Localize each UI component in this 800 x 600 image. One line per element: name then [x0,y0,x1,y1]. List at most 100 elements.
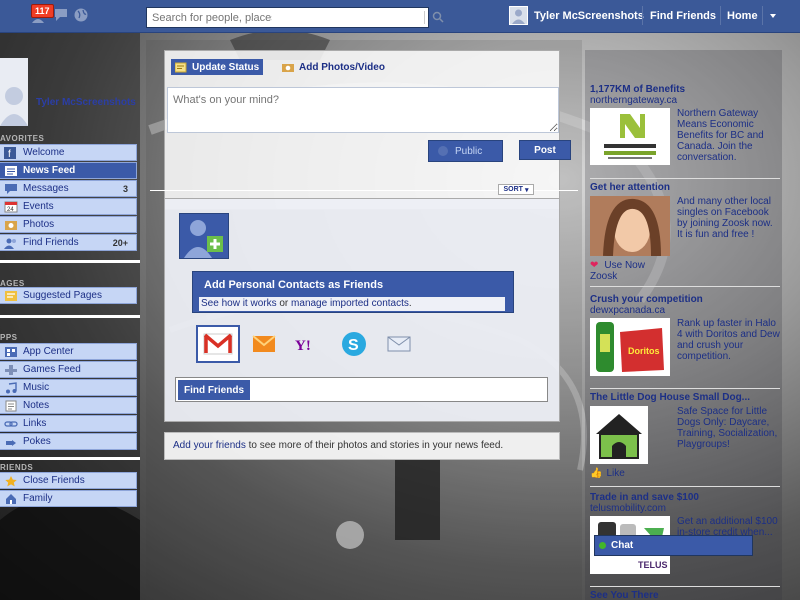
person-plus-glyph [184,220,223,258]
ad-title[interactable]: Get her attention [590,182,780,193]
find-friends-link[interactable]: Find Friends [650,10,716,22]
search-box[interactable] [146,7,444,28]
provider-yahoo[interactable]: Y! [293,327,327,361]
section-divider [0,260,140,263]
sidebar-item-links[interactable]: Links [0,415,137,432]
profile-name-link[interactable]: Tyler McScreenshots [534,10,644,22]
messages-jewel-icon[interactable] [53,6,71,24]
online-status-icon [599,542,606,549]
tab-update-status[interactable]: Update Status [171,59,264,75]
ad-domain[interactable]: dewxpcanada.ca [590,305,780,316]
svg-text:Doritos: Doritos [628,346,660,356]
ad-domain[interactable]: northerngateway.ca [590,95,780,106]
sidebar-item-welcome[interactable]: f Welcome [0,144,137,161]
tab-label: Add Photos/Video [299,61,385,73]
ad-little-dog-house[interactable]: The Little Dog House Small Dog... Safe S… [590,392,780,487]
ad-title[interactable]: Crush your competition [590,294,780,305]
ad-image[interactable] [590,196,670,256]
ad-domain[interactable]: telusmobility.com [590,503,780,514]
sidebar-item-family[interactable]: Family [0,490,137,507]
profile-link[interactable]: Tyler McScreenshots [509,6,644,25]
account-menu-caret-icon[interactable] [765,8,781,24]
family-icon [6,493,16,504]
sidebar-item-events[interactable]: 24 Events [0,198,137,215]
find-friends-bar: Find Friends [175,377,548,402]
audience-selector-button[interactable]: Public [428,140,503,162]
favorites-section-label: AVORITES [0,134,45,143]
globe-icon [438,146,448,156]
provider-hotmail[interactable] [247,327,281,361]
svg-text:f: f [8,149,11,159]
tab-add-photos-video[interactable]: Add Photos/Video [282,59,385,75]
manage-imported-contacts-link[interactable]: manage imported contacts [291,298,409,309]
sidebar-item-pokes[interactable]: Pokes [0,433,137,450]
chat-bar[interactable]: Chat [594,535,753,556]
profile-picture[interactable] [0,58,28,126]
ad-dew-doritos[interactable]: Crush your competition dewxpcanada.ca Do… [590,294,780,384]
sidebar-item-games-feed[interactable]: Games Feed [0,361,137,378]
tab-label: Update Status [192,61,260,73]
email-icon [387,336,411,352]
yahoo-icon: Y! [295,338,311,354]
sidebar-profile-name[interactable]: Tyler McScreenshots [36,97,136,108]
ad-divider [590,286,780,287]
ad-title[interactable]: The Little Dog House Small Dog... [590,392,780,403]
sidebar-item-label: Events [23,201,54,212]
ad-title[interactable]: See You There [590,590,780,600]
ad-title[interactable]: 1,177KM of Benefits [590,84,780,95]
find-friends-button[interactable]: Find Friends [178,380,250,400]
sidebar-item-music[interactable]: Music [0,379,137,396]
ad-image[interactable] [590,108,670,165]
sidebar-item-find-friends[interactable]: Find Friends 20+ [0,234,137,251]
chat-label: Chat [611,540,634,551]
sidebar-item-label: Messages [23,183,69,194]
provider-email[interactable] [382,327,416,361]
provider-skype[interactable]: S [337,327,371,361]
notifications-globe-icon[interactable] [72,6,90,24]
sidebar-item-news-feed[interactable]: News Feed [0,162,137,179]
see-how-it-works-link[interactable]: See how it works [201,298,277,309]
status-input[interactable] [167,87,559,133]
add-friends-note: Add your friends to see more of their ph… [164,432,560,460]
ad-brand[interactable]: Zoosk [590,271,617,282]
nav-separator [720,6,721,25]
notification-count-badge[interactable]: 117 [31,4,54,18]
sidebar-item-label: News Feed [23,165,76,176]
find-friends-panel: Add Personal Contacts as Friends See how… [164,198,560,422]
search-input[interactable] [147,8,272,27]
ad-action[interactable]: ❤ Use Now [590,260,645,271]
sidebar-item-close-friends[interactable]: Close Friends [0,472,137,489]
svg-text:S: S [348,337,359,354]
sidebar-item-photos[interactable]: Photos [0,216,137,233]
sidebar-item-messages[interactable]: Messages 3 [0,180,137,197]
provider-gmail[interactable] [196,325,240,363]
ad-image[interactable] [590,406,648,464]
woman-photo-image [590,196,670,256]
svg-text:24: 24 [7,207,14,213]
home-link[interactable]: Home [727,10,758,22]
ad-like-action[interactable]: 👍 Like [590,468,625,479]
post-button[interactable]: Post [519,140,571,160]
ad-body: Rank up faster in Halo 4 with Doritos an… [677,318,780,362]
pokes-icon [6,439,16,446]
ad-zoosk[interactable]: Get her attention And many other local s… [590,182,780,282]
heart-icon: ❤ [590,260,599,271]
search-icon[interactable] [432,11,444,23]
sidebar-item-app-center[interactable]: App Center [0,343,137,360]
find-friends-count: 20+ [112,237,128,248]
ad-northern-gateway[interactable]: 1,177KM of Benefits northerngateway.ca N… [590,84,780,174]
sort-button[interactable]: SORT ▾ [498,184,534,195]
games-feed-icon [5,364,17,375]
dew-doritos-image: Doritos [590,318,670,376]
add-friend-icon [179,213,229,259]
ad-see-you-there[interactable]: See You There [590,590,780,600]
sidebar-item-notes[interactable]: Notes [0,397,137,414]
import-contacts-title: Add Personal Contacts as Friends [204,279,384,291]
sidebar-item-label: Close Friends [23,475,85,486]
ad-action-label: Use Now [604,260,645,271]
ad-image[interactable]: Doritos [590,318,670,376]
add-your-friends-link[interactable]: Add your friends [173,440,246,451]
ad-title[interactable]: Trade in and save $100 [590,492,780,503]
ad-body: And many other local singles on Facebook… [677,196,773,240]
sidebar-item-suggested-pages[interactable]: Suggested Pages [0,287,137,304]
